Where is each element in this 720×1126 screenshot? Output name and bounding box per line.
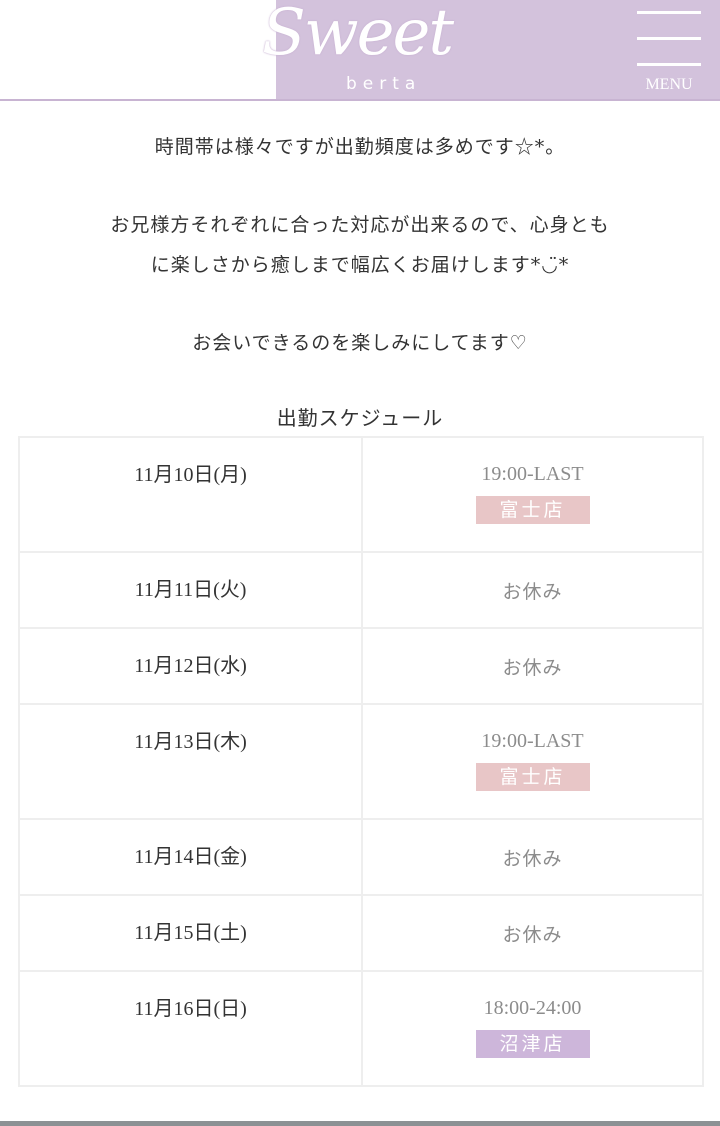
hamburger-icon-bar xyxy=(637,63,701,66)
store-badge-fuji[interactable]: 富士店 xyxy=(475,496,590,524)
intro-line-1: 時間帯は様々ですが出勤頻度は多めです☆*。 xyxy=(154,136,566,158)
schedule-info: 18:00-24:00 沼津店 xyxy=(361,970,704,1087)
schedule-date: 11月10日(月) xyxy=(18,436,363,553)
schedule-date: 11月13日(木) xyxy=(18,703,363,820)
intro-line-2: お兄様方それぞれに合った対応が出来るので、心身とも xyxy=(110,214,610,236)
schedule-info: お休み xyxy=(361,818,704,896)
menu-button[interactable]: MENU xyxy=(634,10,704,96)
schedule-date-saturday: 11月15日(土) xyxy=(18,894,363,972)
schedule-table: 11月10日(月) 19:00-LAST 富士店 11月11日(火) お休み 1… xyxy=(18,436,704,1087)
table-row: 11月11日(火) お休み xyxy=(18,551,704,629)
schedule-title: 出勤スケジュール xyxy=(276,406,444,430)
menu-label: MENU xyxy=(645,76,693,93)
day-off-label: お休み xyxy=(502,848,563,870)
day-off-label: お休み xyxy=(502,924,563,946)
day-off-label: お休み xyxy=(502,657,563,679)
hamburger-icon-bar xyxy=(637,11,701,14)
schedule-info: 19:00-LAST 富士店 xyxy=(361,436,704,553)
table-row: 11月15日(土) お休み xyxy=(18,894,704,972)
shift-time: 19:00-LAST xyxy=(481,463,584,485)
site-header: Sweet berta MENU xyxy=(0,0,720,101)
schedule-info: お休み xyxy=(361,627,704,705)
schedule-date: 11月14日(金) xyxy=(18,818,363,896)
schedule-date: 11月11日(火) xyxy=(18,551,363,629)
table-row: 11月14日(金) お休み xyxy=(18,818,704,896)
logo-subtext: berta xyxy=(346,74,422,94)
schedule-info: お休み xyxy=(361,894,704,972)
logo-script-text: Sweet xyxy=(262,0,454,70)
table-row: 11月12日(水) お休み xyxy=(18,627,704,705)
store-badge-fuji[interactable]: 富士店 xyxy=(475,763,590,791)
store-badge-numazu[interactable]: 沼津店 xyxy=(475,1030,590,1058)
shift-time: 19:00-LAST xyxy=(481,730,584,752)
schedule-info: 19:00-LAST 富士店 xyxy=(361,703,704,820)
schedule-date: 11月12日(水) xyxy=(18,627,363,705)
day-off-label: お休み xyxy=(502,581,563,603)
header-divider xyxy=(0,99,720,101)
table-row: 11月10日(月) 19:00-LAST 富士店 xyxy=(18,436,704,553)
table-row: 11月16日(日) 18:00-24:00 沼津店 xyxy=(18,970,704,1087)
hamburger-icon-bar xyxy=(637,37,701,40)
footer-divider xyxy=(0,1121,720,1126)
intro-line-4: お会いできるのを楽しみにしてます♡ xyxy=(192,332,528,354)
shift-time: 18:00-24:00 xyxy=(483,997,582,1019)
schedule-date-sunday: 11月16日(日) xyxy=(18,970,363,1087)
site-logo[interactable]: Sweet berta xyxy=(262,0,462,96)
intro-line-3: に楽しさから癒しまで幅広くお届けします*◡̈* xyxy=(150,254,570,276)
schedule-info: お休み xyxy=(361,551,704,629)
table-row: 11月13日(木) 19:00-LAST 富士店 xyxy=(18,703,704,820)
